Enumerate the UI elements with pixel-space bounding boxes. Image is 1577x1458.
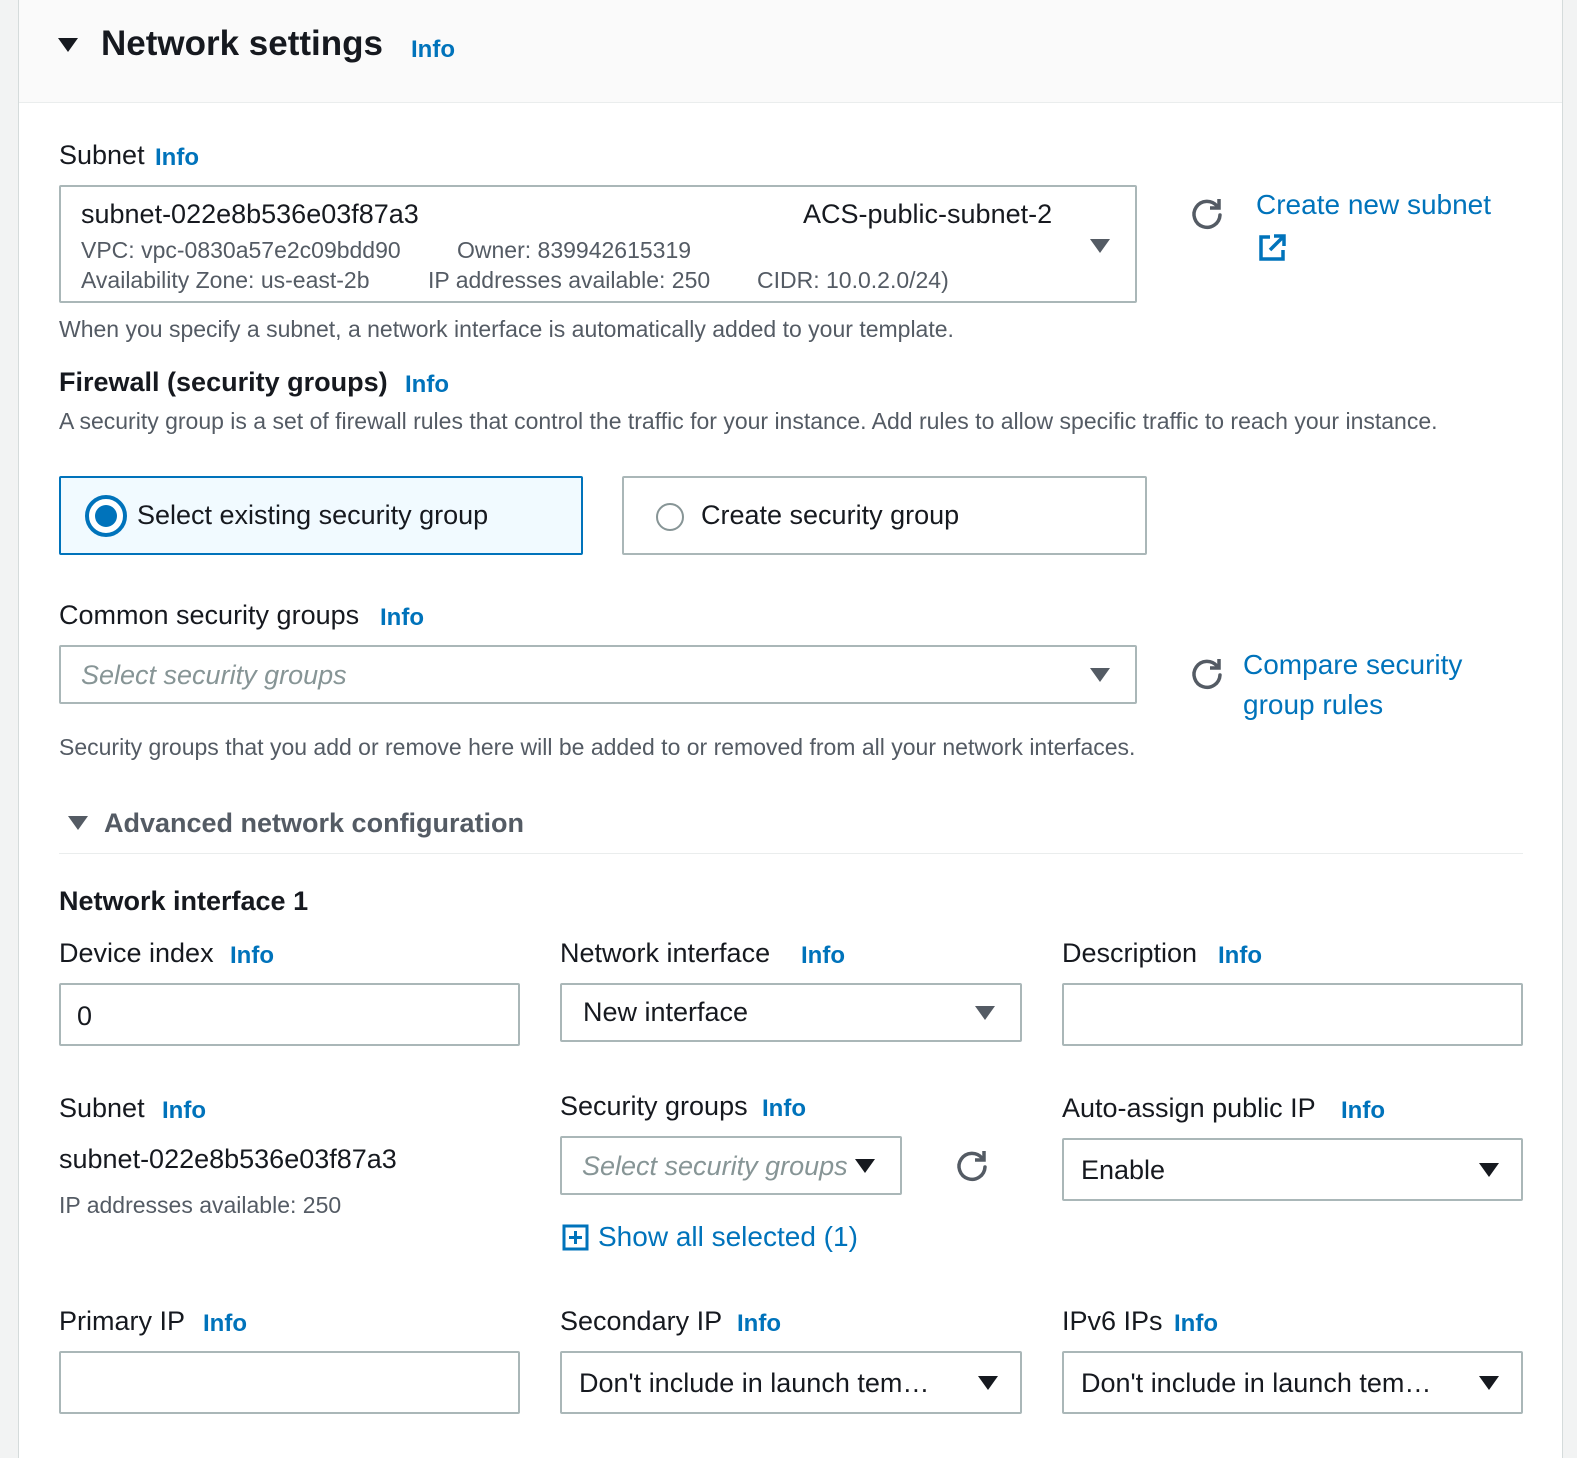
divider: [59, 853, 1523, 854]
iface-subnet-label: Subnet: [59, 1093, 145, 1123]
firewall-label: Firewall (security groups): [59, 367, 388, 397]
subnet-vpc: VPC: vpc-0830a57e2c09bdd90: [81, 237, 401, 263]
common-sg-hint: Security groups that you add or remove h…: [59, 734, 1136, 760]
common-sg-select[interactable]: Select security groups: [59, 645, 1137, 704]
section-info-link[interactable]: Info: [411, 36, 455, 64]
create-new-subnet-link[interactable]: Create new subnet: [1256, 185, 1491, 225]
iface-subnet-value: subnet-022e8b536e03f87a3: [59, 1144, 397, 1174]
firewall-info-link[interactable]: Info: [405, 371, 449, 399]
network-interface-title: Network interface 1: [59, 886, 309, 916]
network-interface-select[interactable]: New interface: [560, 983, 1022, 1042]
device-index-value: 0: [77, 1001, 93, 1031]
secondary-ip-value: Don't include in launch tem…: [579, 1368, 930, 1398]
subnet-info-link[interactable]: Info: [155, 144, 199, 172]
chevron-down-icon: [978, 1376, 998, 1390]
radio-create-sg[interactable]: Create security group: [622, 476, 1147, 555]
network-interface-value: New interface: [583, 997, 749, 1027]
auto-assign-info-link[interactable]: Info: [1341, 1097, 1385, 1125]
device-index-info-link[interactable]: Info: [230, 942, 274, 970]
refresh-icon[interactable]: [954, 1148, 990, 1184]
radio-select-existing-sg[interactable]: Select existing security group: [59, 476, 583, 555]
iface-sg-select[interactable]: Select security groups: [560, 1136, 902, 1195]
common-sg-info-link[interactable]: Info: [380, 604, 424, 632]
radio-unselected-icon: [656, 503, 684, 531]
primary-ip-info-link[interactable]: Info: [203, 1310, 247, 1338]
iface-sg-label: Security groups: [560, 1091, 748, 1121]
description-input[interactable]: [1062, 983, 1523, 1046]
plus-square-icon[interactable]: [562, 1224, 589, 1251]
subnet-az: Availability Zone: us-east-2b: [81, 267, 370, 293]
network-interface-info-link[interactable]: Info: [801, 942, 845, 970]
secondary-ip-select[interactable]: Don't include in launch tem…: [560, 1351, 1022, 1414]
radio-create-label: Create security group: [701, 500, 960, 530]
compare-sg-rules-link-line2[interactable]: group rules: [1243, 685, 1383, 725]
subnet-select[interactable]: subnet-022e8b536e03f87a3 ACS-public-subn…: [59, 185, 1137, 303]
description-info-link[interactable]: Info: [1218, 942, 1262, 970]
auto-assign-select[interactable]: Enable: [1062, 1138, 1523, 1201]
secondary-ip-label: Secondary IP: [560, 1306, 723, 1336]
ipv6-value: Don't include in launch tem…: [1081, 1368, 1432, 1398]
device-index-input[interactable]: 0: [59, 983, 520, 1046]
ipv6-info-link[interactable]: Info: [1174, 1310, 1218, 1338]
chevron-down-icon: [1479, 1163, 1499, 1177]
subnet-selected-name: ACS-public-subnet-2: [803, 199, 1053, 229]
subnet-owner: Owner: 839942615319: [457, 237, 692, 263]
chevron-down-icon: [975, 1006, 995, 1020]
iface-subnet-ips: IP addresses available: 250: [59, 1192, 342, 1218]
radio-existing-label: Select existing security group: [137, 500, 489, 530]
ipv6-select[interactable]: Don't include in launch tem…: [1062, 1351, 1523, 1414]
common-sg-label: Common security groups: [59, 600, 360, 630]
subnet-hint: When you specify a subnet, a network int…: [59, 316, 954, 342]
subnet-cidr: CIDR: 10.0.2.0/24): [757, 267, 949, 293]
auto-assign-value: Enable: [1081, 1155, 1166, 1185]
network-interface-label: Network interface: [560, 938, 771, 968]
subnet-ips: IP addresses available: 250: [428, 267, 711, 293]
external-link-icon[interactable]: [1257, 233, 1287, 263]
refresh-icon[interactable]: [1189, 656, 1225, 692]
description-label: Description: [1062, 938, 1198, 968]
firewall-description: A security group is a set of firewall ru…: [59, 408, 1438, 434]
collapse-caret-icon[interactable]: [58, 38, 78, 52]
radio-selected-icon: [85, 495, 127, 537]
chevron-down-icon: [1479, 1376, 1499, 1390]
chevron-down-icon: [1090, 239, 1110, 253]
iface-subnet-info-link[interactable]: Info: [162, 1097, 206, 1125]
iface-sg-placeholder: Select security groups: [582, 1151, 848, 1181]
show-all-selected-link[interactable]: Show all selected (1): [598, 1217, 858, 1257]
secondary-ip-info-link[interactable]: Info: [737, 1310, 781, 1338]
compare-sg-rules-link-line1[interactable]: Compare security: [1243, 645, 1462, 685]
chevron-down-icon: [855, 1159, 875, 1173]
advanced-title[interactable]: Advanced network configuration: [104, 808, 524, 839]
iface-sg-info-link[interactable]: Info: [762, 1095, 806, 1123]
chevron-down-icon: [1090, 668, 1110, 682]
advanced-collapse-caret-icon[interactable]: [68, 816, 88, 830]
common-sg-placeholder: Select security groups: [81, 660, 347, 690]
subnet-selected-id: subnet-022e8b536e03f87a3: [81, 199, 419, 229]
section-title: Network settings: [101, 24, 383, 63]
auto-assign-label: Auto-assign public IP: [1062, 1093, 1316, 1123]
ipv6-label: IPv6 IPs: [1062, 1306, 1163, 1336]
refresh-icon[interactable]: [1189, 196, 1225, 232]
subnet-label: Subnet: [59, 140, 145, 170]
primary-ip-label: Primary IP: [59, 1306, 186, 1336]
primary-ip-input[interactable]: [59, 1351, 520, 1414]
device-index-label: Device index: [59, 938, 214, 968]
